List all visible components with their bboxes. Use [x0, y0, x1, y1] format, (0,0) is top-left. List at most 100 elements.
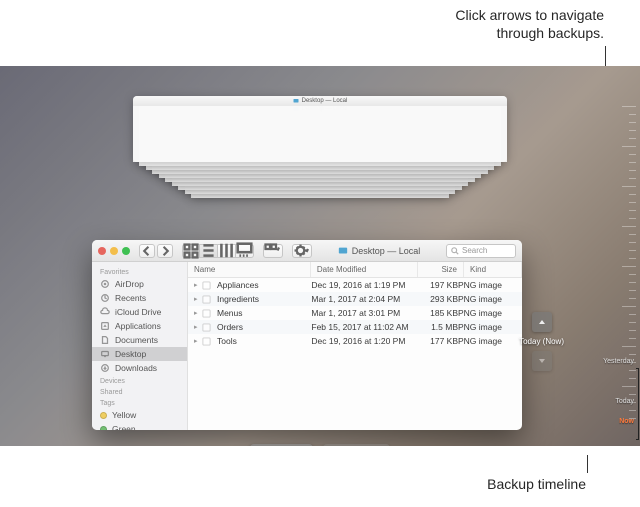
desktop-icon [338, 246, 348, 256]
list-view-button[interactable] [200, 244, 218, 258]
sidebar-item-downloads[interactable]: Downloads [92, 361, 187, 375]
file-date: Feb 15, 2017 at 11:02 AM [311, 322, 412, 332]
column-headers[interactable]: Name Date Modified Size Kind [188, 262, 522, 278]
sidebar-item-label: Desktop [115, 349, 146, 359]
file-icon [202, 281, 211, 290]
file-size: 197 KB [412, 280, 458, 290]
col-kind[interactable]: Kind [464, 262, 522, 277]
col-size[interactable]: Size [418, 262, 464, 277]
icloud-icon [100, 307, 110, 317]
previous-backup-button[interactable] [532, 312, 552, 332]
sidebar-item-airdrop[interactable]: AirDrop [92, 277, 187, 291]
traffic-lights [98, 247, 130, 255]
sidebar-item-label: Green [112, 424, 136, 430]
cancel-button[interactable]: Cancel [250, 444, 313, 446]
file-size: 1.5 MB [412, 322, 458, 332]
file-icon [202, 295, 211, 304]
documents-icon [100, 335, 110, 345]
sidebar-item-label: iCloud Drive [115, 307, 161, 317]
close-button[interactable] [98, 247, 106, 255]
file-list: Name Date Modified Size Kind ▸Appliances… [188, 262, 522, 430]
file-name: Ingredients [217, 294, 259, 304]
file-name: Tools [217, 336, 237, 346]
file-name: Appliances [217, 280, 259, 290]
file-size: 293 KB [412, 294, 458, 304]
action-button[interactable] [292, 244, 312, 258]
backup-nav-arrows: Today (Now) [519, 312, 564, 371]
view-switcher[interactable] [182, 244, 254, 258]
applications-icon [100, 321, 110, 331]
zoom-button[interactable] [122, 247, 130, 255]
sidebar-item-label: Yellow [112, 410, 136, 420]
next-backup-button[interactable] [532, 351, 552, 371]
sidebar-header: Shared [92, 386, 187, 397]
file-size: 185 KB [412, 308, 458, 318]
sidebar-header: Favorites [92, 266, 187, 277]
sidebar-header: Devices [92, 375, 187, 386]
action-buttons: Cancel Restore [250, 444, 390, 446]
sidebar-item-documents[interactable]: Documents [92, 333, 187, 347]
file-icon [202, 309, 211, 318]
sidebar-item-desktop[interactable]: Desktop [92, 347, 187, 361]
column-view-button[interactable] [218, 244, 236, 258]
file-date: Mar 1, 2017 at 3:01 PM [311, 308, 412, 318]
file-size: 177 KB [412, 336, 458, 346]
forward-button[interactable] [157, 244, 173, 258]
file-icon [202, 337, 211, 346]
file-date: Dec 19, 2016 at 1:19 PM [311, 280, 412, 290]
table-row[interactable]: ▸Orders Feb 15, 2017 at 11:02 AM 1.5 MB … [188, 320, 522, 334]
tag-yellow [100, 412, 107, 419]
airdrop-icon [100, 279, 110, 289]
sidebar-item-label: Applications [115, 321, 161, 331]
file-date: Dec 19, 2016 at 1:20 PM [311, 336, 412, 346]
file-kind: PNG image [458, 336, 516, 346]
gallery-view-button[interactable] [236, 244, 254, 258]
sidebar: Favorites AirDrop Recents iCloud Drive Appli… [92, 262, 188, 430]
restore-button[interactable]: Restore [323, 444, 390, 446]
file-date: Mar 1, 2017 at 2:04 PM [311, 294, 412, 304]
search-field[interactable]: Search [446, 244, 516, 258]
annotation-line [587, 455, 588, 473]
sidebar-header: Tags [92, 397, 187, 408]
file-name: Menus [217, 308, 243, 318]
table-row[interactable]: ▸Tools Dec 19, 2016 at 1:20 PM 177 KB PN… [188, 334, 522, 348]
annotation-line [605, 46, 606, 68]
file-name: Orders [217, 322, 243, 332]
timeline-bracket [636, 368, 639, 440]
tag-green [100, 426, 107, 431]
sidebar-item-label: Recents [115, 293, 146, 303]
file-kind: PNG image [458, 322, 516, 332]
annotation-timeline: Backup timeline [487, 475, 586, 493]
sidebar-item-icloud drive[interactable]: iCloud Drive [92, 305, 187, 319]
sidebar-item-label: Downloads [115, 363, 157, 373]
window-title: Desktop — Local [317, 246, 441, 256]
sidebar-tag-yellow[interactable]: Yellow [92, 408, 187, 422]
sidebar-item-applications[interactable]: Applications [92, 319, 187, 333]
file-icon [202, 323, 211, 332]
file-kind: PNG image [458, 308, 516, 318]
sidebar-item-label: AirDrop [115, 279, 144, 289]
col-name[interactable]: Name [188, 262, 311, 277]
time-machine-stage: // ghosts generated below via JS after d… [0, 66, 640, 446]
file-kind: PNG image [458, 280, 516, 290]
table-row[interactable]: ▸Menus Mar 1, 2017 at 3:01 PM 185 KB PNG… [188, 306, 522, 320]
minimize-button[interactable] [110, 247, 118, 255]
back-button[interactable] [139, 244, 155, 258]
file-kind: PNG image [458, 294, 516, 304]
downloads-icon [100, 363, 110, 373]
titlebar: Desktop — Local Search [92, 240, 522, 262]
arrange-button[interactable] [263, 244, 283, 258]
table-row[interactable]: ▸Ingredients Mar 1, 2017 at 2:04 PM 293 … [188, 292, 522, 306]
table-row[interactable]: ▸Appliances Dec 19, 2016 at 1:19 PM 197 … [188, 278, 522, 292]
icon-view-button[interactable] [182, 244, 200, 258]
sidebar-tag-green[interactable]: Green [92, 422, 187, 430]
finder-window: Desktop — Local Search Favorites AirDrop R… [92, 240, 522, 430]
recents-icon [100, 293, 110, 303]
annotation-navigate: Click arrows to navigate through backups… [455, 6, 604, 42]
desktop-icon [100, 349, 110, 359]
current-backup-label: Today (Now) [519, 337, 564, 346]
sidebar-item-label: Documents [115, 335, 158, 345]
search-icon [451, 247, 459, 255]
col-date[interactable]: Date Modified [311, 262, 418, 277]
sidebar-item-recents[interactable]: Recents [92, 291, 187, 305]
